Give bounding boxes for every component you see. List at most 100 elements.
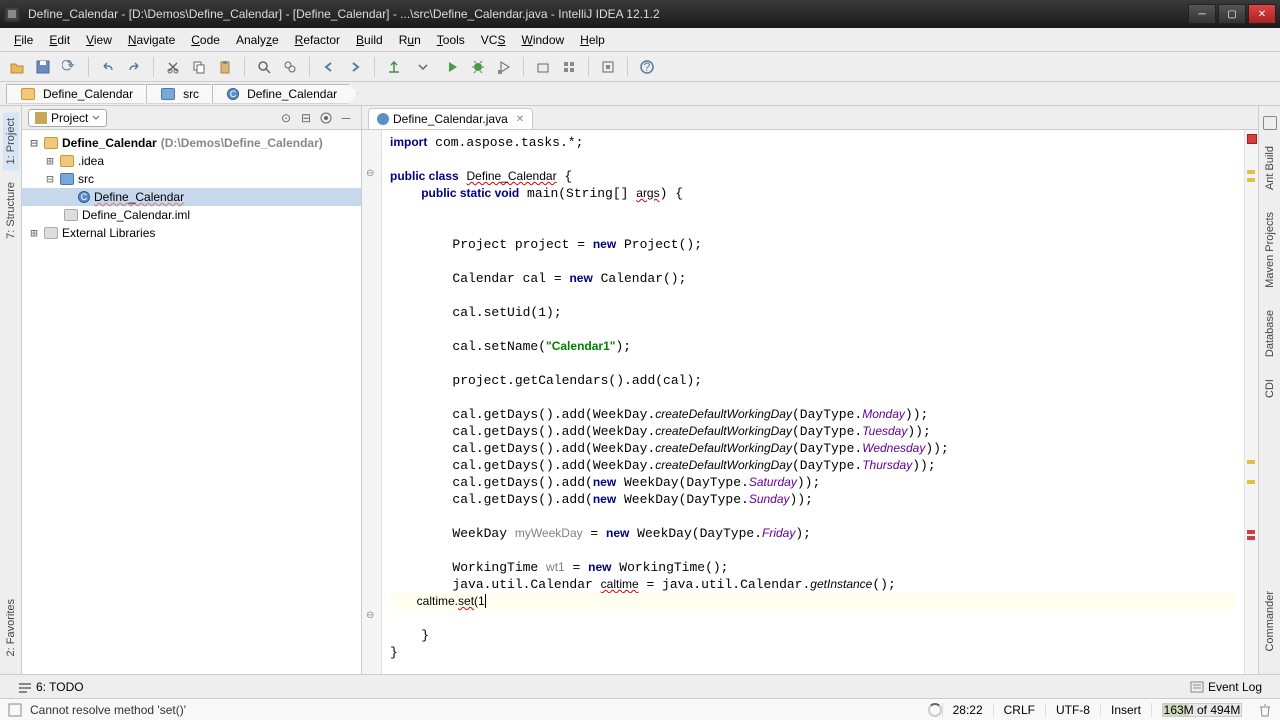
project-panel: Project ⊙ ⊟ ─ ⊟ Define_Calendar(D:\Demos… bbox=[22, 106, 362, 674]
status-line-sep[interactable]: CRLF bbox=[993, 703, 1045, 717]
run-icon[interactable] bbox=[441, 56, 463, 78]
project-panel-header: Project ⊙ ⊟ ─ bbox=[22, 106, 361, 130]
menu-analyze[interactable]: Analyze bbox=[228, 30, 287, 50]
chevron-down-icon bbox=[92, 114, 100, 122]
back-icon[interactable] bbox=[318, 56, 340, 78]
settings-gear-icon[interactable] bbox=[317, 109, 335, 127]
undo-icon[interactable] bbox=[97, 56, 119, 78]
make-icon[interactable] bbox=[383, 56, 405, 78]
tree-external-libs[interactable]: ⊞External Libraries bbox=[22, 224, 361, 242]
help-icon[interactable]: ? bbox=[636, 56, 658, 78]
sync-icon[interactable] bbox=[58, 56, 80, 78]
open-icon[interactable] bbox=[6, 56, 28, 78]
breadcrumb-bar: Define_Calendar src CDefine_Calendar bbox=[0, 82, 1280, 106]
separator bbox=[88, 57, 89, 77]
tab-database[interactable]: Database bbox=[1262, 304, 1278, 363]
menu-refactor[interactable]: Refactor bbox=[287, 30, 348, 50]
debug-icon[interactable] bbox=[467, 56, 489, 78]
progress-spinner-icon bbox=[928, 703, 942, 717]
dock-eventlog[interactable]: Event Log bbox=[1182, 678, 1270, 696]
separator bbox=[374, 57, 375, 77]
tab-commander[interactable]: Commander bbox=[1262, 585, 1278, 658]
separator bbox=[153, 57, 154, 77]
tab-cdi[interactable]: CDI bbox=[1262, 373, 1278, 404]
todo-icon bbox=[18, 680, 32, 694]
editor-tabbar: Define_Calendar.java ✕ bbox=[362, 106, 1258, 130]
status-corner-icon[interactable] bbox=[8, 703, 22, 717]
separator bbox=[523, 57, 524, 77]
menu-code[interactable]: Code bbox=[183, 30, 228, 50]
dock-todo[interactable]: 6: TODO bbox=[10, 678, 92, 696]
save-icon[interactable] bbox=[32, 56, 54, 78]
tree-idea[interactable]: ⊞.idea bbox=[22, 152, 361, 170]
menu-help[interactable]: Help bbox=[572, 30, 613, 50]
bottom-dock: 6: TODO Event Log bbox=[0, 674, 1280, 698]
tree-root[interactable]: ⊟ Define_Calendar(D:\Demos\Define_Calend… bbox=[22, 134, 361, 152]
replace-icon[interactable] bbox=[279, 56, 301, 78]
cut-icon[interactable] bbox=[162, 56, 184, 78]
redo-icon[interactable] bbox=[123, 56, 145, 78]
status-encoding[interactable]: UTF-8 bbox=[1045, 703, 1100, 717]
ant-icon[interactable] bbox=[1263, 116, 1277, 130]
tab-ant[interactable]: Ant Build bbox=[1262, 140, 1278, 196]
tree-iml[interactable]: Define_Calendar.iml bbox=[22, 206, 361, 224]
collapse-all-icon[interactable]: ⊟ bbox=[297, 109, 315, 127]
left-toolwindow-bar: 1: Project 7: Structure 2: Favorites bbox=[0, 106, 22, 674]
maximize-button[interactable]: ▢ bbox=[1218, 4, 1246, 24]
close-button[interactable]: ✕ bbox=[1248, 4, 1276, 24]
separator bbox=[309, 57, 310, 77]
status-position[interactable]: 28:22 bbox=[942, 703, 993, 717]
menu-navigate[interactable]: Navigate bbox=[120, 30, 183, 50]
attach-icon[interactable] bbox=[532, 56, 554, 78]
tree-src[interactable]: ⊟src bbox=[22, 170, 361, 188]
menu-build[interactable]: Build bbox=[348, 30, 391, 50]
right-toolwindow-bar: Ant Build Maven Projects Database CDI Co… bbox=[1258, 106, 1280, 674]
crumb-class[interactable]: CDefine_Calendar bbox=[212, 84, 358, 104]
hide-panel-icon[interactable]: ─ bbox=[337, 109, 355, 127]
menu-file[interactable]: File bbox=[6, 30, 41, 50]
close-tab-icon[interactable]: ✕ bbox=[516, 114, 524, 125]
crumb-src[interactable]: src bbox=[146, 84, 220, 104]
editor-area: Define_Calendar.java ✕ ⊖ ⊖ import com.as… bbox=[362, 106, 1258, 674]
menu-vcs[interactable]: VCS bbox=[473, 30, 514, 50]
scroll-to-source-icon[interactable]: ⊙ bbox=[277, 109, 295, 127]
find-icon[interactable] bbox=[253, 56, 275, 78]
copy-icon[interactable] bbox=[188, 56, 210, 78]
crumb-project[interactable]: Define_Calendar bbox=[6, 84, 154, 104]
forward-icon[interactable] bbox=[344, 56, 366, 78]
error-stripe[interactable] bbox=[1244, 130, 1258, 674]
tab-maven[interactable]: Maven Projects bbox=[1262, 206, 1278, 294]
eventlog-icon bbox=[1190, 680, 1204, 694]
project-view-combo[interactable]: Project bbox=[28, 109, 107, 127]
window-title: Define_Calendar - [D:\Demos\Define_Calen… bbox=[28, 7, 1186, 21]
editor-gutter[interactable]: ⊖ ⊖ bbox=[362, 130, 382, 674]
run-config-dropdown[interactable] bbox=[409, 56, 437, 78]
paste-icon[interactable] bbox=[214, 56, 236, 78]
status-memory[interactable]: 163M of 494M bbox=[1151, 703, 1252, 717]
class-file-icon bbox=[377, 113, 389, 125]
menu-tools[interactable]: Tools bbox=[429, 30, 473, 50]
separator bbox=[627, 57, 628, 77]
toolbar: ? bbox=[0, 52, 1280, 82]
menu-window[interactable]: Window bbox=[513, 30, 572, 50]
menu-edit[interactable]: Edit bbox=[41, 30, 78, 50]
svg-text:?: ? bbox=[644, 60, 651, 74]
titlebar: Define_Calendar - [D:\Demos\Define_Calen… bbox=[0, 0, 1280, 28]
menu-view[interactable]: View bbox=[78, 30, 120, 50]
tab-project[interactable]: 1: Project bbox=[3, 112, 19, 170]
editor-tab[interactable]: Define_Calendar.java ✕ bbox=[368, 108, 533, 129]
project-icon bbox=[35, 112, 47, 124]
separator bbox=[244, 57, 245, 77]
project-tree[interactable]: ⊟ Define_Calendar(D:\Demos\Define_Calend… bbox=[22, 130, 361, 674]
code-editor[interactable]: import com.aspose.tasks.*; public class … bbox=[382, 130, 1244, 674]
tab-favorites[interactable]: 2: Favorites bbox=[3, 593, 19, 662]
tree-class-selected[interactable]: CDefine_Calendar bbox=[22, 188, 361, 206]
settings-icon[interactable] bbox=[597, 56, 619, 78]
coverage-icon[interactable] bbox=[493, 56, 515, 78]
trash-icon[interactable] bbox=[1258, 703, 1272, 717]
tab-structure[interactable]: 7: Structure bbox=[3, 176, 19, 245]
status-insert-mode[interactable]: Insert bbox=[1100, 703, 1151, 717]
minimize-button[interactable]: ─ bbox=[1188, 4, 1216, 24]
menu-run[interactable]: Run bbox=[391, 30, 429, 50]
structure-icon[interactable] bbox=[558, 56, 580, 78]
